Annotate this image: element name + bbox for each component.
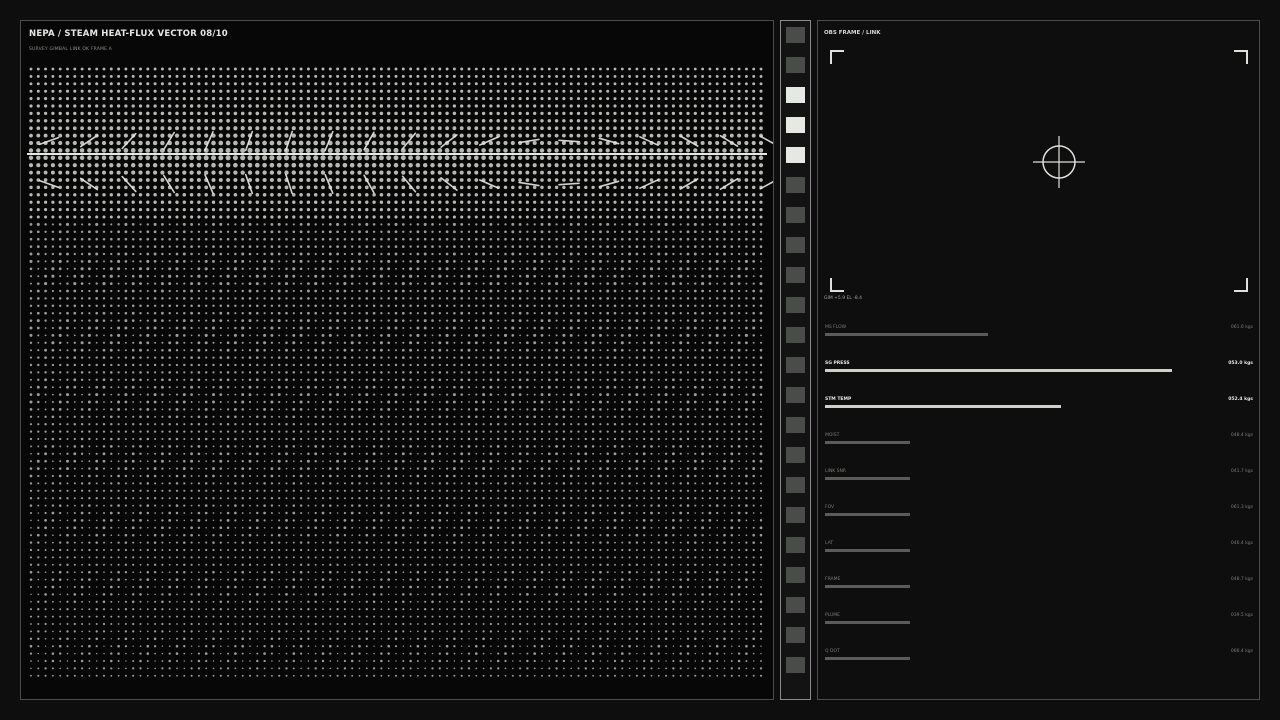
frame-cell[interactable] bbox=[786, 387, 805, 403]
metric-row: LINK SNR 041.7 kgs bbox=[825, 469, 1253, 483]
metric-bar bbox=[825, 405, 1172, 408]
metric-row: FOV 061.3 kgs bbox=[825, 505, 1253, 519]
metric-row: MS FLOW 061.6 kgs bbox=[825, 325, 1253, 339]
metric-row: Q DOT 066.4 kgs bbox=[825, 649, 1253, 663]
metric-value: 039.5 kgs bbox=[1230, 613, 1253, 618]
metric-label: STM TEMP bbox=[825, 397, 852, 402]
metric-bar-fill bbox=[825, 477, 910, 480]
metric-bar bbox=[825, 513, 1172, 516]
metric-value: 048.4 kgs bbox=[1230, 433, 1253, 438]
metric-bar bbox=[825, 477, 1172, 480]
frame-strip bbox=[780, 20, 811, 700]
frame-cell[interactable] bbox=[786, 327, 805, 343]
frame-cell[interactable] bbox=[786, 537, 805, 553]
heat-flux-panel: NEPA / STEAM HEAT-FLUX VECTOR 08/10 SURV… bbox=[20, 20, 774, 700]
metric-label: FOV bbox=[825, 505, 835, 510]
metric-bar bbox=[825, 441, 1172, 444]
metric-bar bbox=[825, 369, 1172, 372]
metric-value: 061.6 kgs bbox=[1230, 325, 1253, 330]
frame-cell[interactable] bbox=[786, 597, 805, 613]
metric-bar-fill bbox=[825, 585, 910, 588]
metric-label: MOIST bbox=[825, 433, 840, 438]
metric-label: MS FLOW bbox=[825, 325, 847, 330]
gimbal-readout: GIM +5.9 EL -8.4 bbox=[824, 296, 863, 301]
metric-bar-fill bbox=[825, 369, 1172, 372]
metric-bar-fill bbox=[825, 549, 910, 552]
metric-bar-fill bbox=[825, 333, 989, 336]
metric-value: 052.4 kgs bbox=[1228, 397, 1253, 402]
frame-cell[interactable] bbox=[786, 567, 805, 583]
frame-cell[interactable] bbox=[786, 117, 805, 133]
metric-value: 053.0 kgs bbox=[1228, 361, 1253, 366]
frame-cell[interactable] bbox=[786, 507, 805, 523]
frame-cell[interactable] bbox=[786, 447, 805, 463]
metric-value: 041.7 kgs bbox=[1230, 469, 1253, 474]
metric-row: FRAME 048.7 kgs bbox=[825, 577, 1253, 591]
metric-bar bbox=[825, 657, 1172, 660]
frame-cell[interactable] bbox=[786, 477, 805, 493]
frame-cell[interactable] bbox=[786, 357, 805, 373]
frame-cell[interactable] bbox=[786, 177, 805, 193]
metric-label: SG PRESS bbox=[825, 361, 850, 366]
metric-label: LINK SNR bbox=[825, 469, 846, 474]
panel-subtitle: SURVEY GIMBAL LINK OK FRAME A bbox=[29, 47, 113, 52]
frame-cell[interactable] bbox=[786, 237, 805, 253]
metric-row: SG PRESS 053.0 kgs bbox=[825, 361, 1253, 375]
frame-cell[interactable] bbox=[786, 87, 805, 103]
metric-value: 048.7 kgs bbox=[1230, 577, 1253, 582]
frame-cell[interactable] bbox=[786, 57, 805, 73]
metric-label: LAT bbox=[825, 541, 834, 546]
metric-bar-fill bbox=[825, 441, 910, 444]
frame-cell[interactable] bbox=[786, 267, 805, 283]
frame-cell[interactable] bbox=[786, 27, 805, 43]
metric-label: Q DOT bbox=[825, 649, 840, 654]
metric-bar-fill bbox=[825, 621, 910, 624]
metric-bar bbox=[825, 585, 1172, 588]
frame-cell[interactable] bbox=[786, 147, 805, 163]
metric-value: 046.4 kgs bbox=[1230, 541, 1253, 546]
frame-cell[interactable] bbox=[786, 297, 805, 313]
metric-label: FRAME bbox=[825, 577, 841, 582]
frame-corner-bottom-right bbox=[1234, 278, 1248, 292]
metric-row: PLUME 039.5 kgs bbox=[825, 613, 1253, 627]
metric-bar-fill bbox=[825, 657, 910, 660]
metric-row: STM TEMP 052.4 kgs bbox=[825, 397, 1253, 411]
metric-bar-fill bbox=[825, 513, 910, 516]
metric-value: 061.3 kgs bbox=[1230, 505, 1253, 510]
frame-cell[interactable] bbox=[786, 207, 805, 223]
frame-corner-top-left bbox=[830, 50, 844, 64]
metric-bar bbox=[825, 333, 1172, 336]
crosshair-icon[interactable] bbox=[1031, 134, 1087, 190]
obs-frame-title: OBS FRAME / LINK bbox=[824, 30, 881, 36]
panel-title: NEPA / STEAM HEAT-FLUX VECTOR 08/10 bbox=[29, 29, 228, 39]
frame-corner-bottom-left bbox=[830, 278, 844, 292]
metric-bar bbox=[825, 621, 1172, 624]
metric-bar bbox=[825, 549, 1172, 552]
frame-cell[interactable] bbox=[786, 657, 805, 673]
metric-bar-fill bbox=[825, 405, 1061, 408]
metric-value: 066.4 kgs bbox=[1230, 649, 1253, 654]
metric-row: MOIST 048.4 kgs bbox=[825, 433, 1253, 447]
metric-row: LAT 046.4 kgs bbox=[825, 541, 1253, 555]
frame-cell[interactable] bbox=[786, 627, 805, 643]
frame-corner-top-right bbox=[1234, 50, 1248, 64]
obs-frame-panel: OBS FRAME / LINK GIM +5.9 EL -8.4 MS FLO… bbox=[817, 20, 1260, 700]
frame-cell[interactable] bbox=[786, 417, 805, 433]
heat-flux-field[interactable] bbox=[21, 21, 773, 699]
metric-label: PLUME bbox=[825, 613, 841, 618]
